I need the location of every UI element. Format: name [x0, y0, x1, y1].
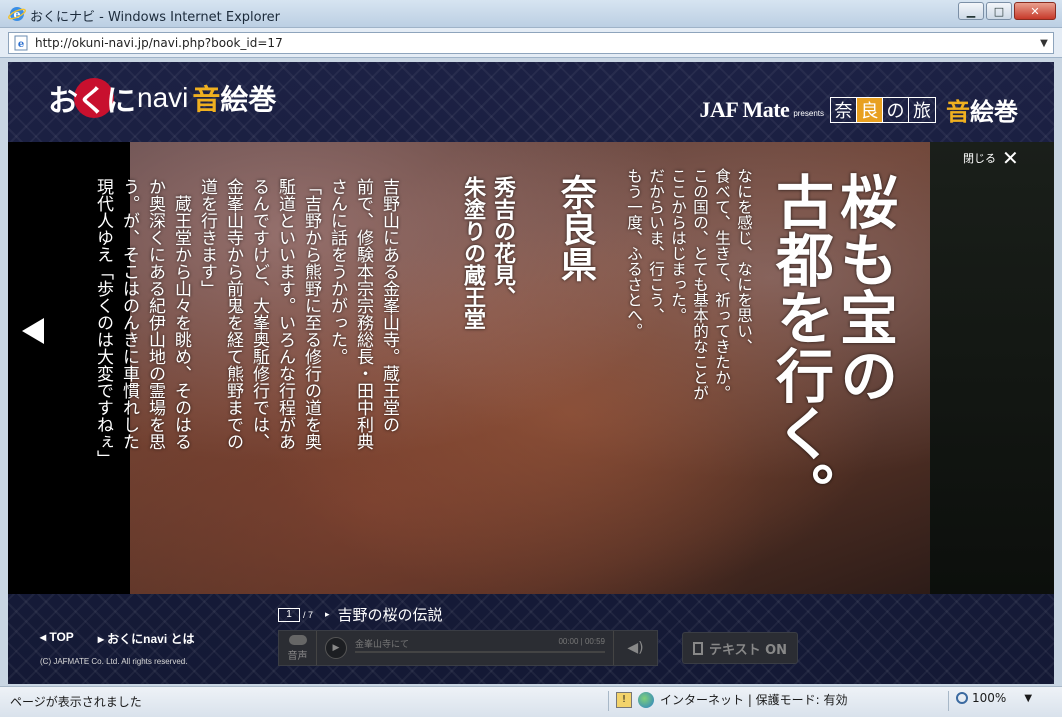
- nara-char: 奈: [831, 97, 857, 122]
- protected-mode-icon: !: [616, 691, 632, 708]
- window-title: おくにナビ - Windows Internet Explorer: [30, 10, 280, 25]
- progress-bar[interactable]: [355, 651, 605, 653]
- volume-icon[interactable]: ◀): [613, 631, 657, 665]
- zoom-dropdown-icon[interactable]: ▼: [1024, 693, 1032, 704]
- zoom-level: 100%: [972, 691, 1007, 705]
- status-separator: [608, 691, 609, 711]
- minimize-button[interactable]: ▁: [958, 2, 984, 20]
- top-link[interactable]: ◂ TOP: [40, 630, 74, 647]
- logo-okuni: おくに: [48, 84, 136, 119]
- svg-text:e: e: [18, 39, 24, 50]
- nara-char: 旅: [913, 100, 931, 122]
- logo-navi: navi: [137, 82, 189, 113]
- nara-no-tabi-logo: 奈 良 の 旅: [830, 96, 936, 123]
- status-separator: [948, 691, 949, 711]
- photo-dark-edge: [930, 142, 1054, 594]
- audio-player: 音声 ▶ 金峯山寺にて 00:00 | 00:59 ◀): [278, 630, 658, 666]
- close-icon: ✕: [1002, 146, 1019, 170]
- close-label: 閉じる: [963, 152, 996, 165]
- nara-char: の: [883, 97, 909, 122]
- play-icon[interactable]: ▶: [325, 637, 347, 659]
- zoom-control[interactable]: 100% ▼: [956, 691, 1032, 705]
- voice-label: 音声: [287, 650, 308, 662]
- window-titlebar: e おくにナビ - Windows Internet Explorer ▁ □ …: [0, 0, 1062, 28]
- about-link[interactable]: ▸ おくにnavi とは: [98, 630, 195, 647]
- logo-emaki: 絵巻: [220, 83, 277, 116]
- story-intro: なにを感じ、なにを思い、 食べて、生きて、祈ってきたか。 この国の、とても基本的…: [625, 168, 753, 401]
- magnifier-icon: [956, 692, 968, 704]
- oto-label: 音: [946, 97, 970, 126]
- total-pages: / 7: [303, 609, 314, 620]
- previous-page-arrow-icon[interactable]: [22, 318, 44, 344]
- emaki-label: 絵巻: [970, 97, 1018, 126]
- okuni-navi-logo[interactable]: おくに navi 音 絵巻: [48, 76, 276, 120]
- series-logo: JAF Mate presents 奈 良 の 旅 音 絵巻: [699, 92, 1018, 127]
- footer-links: ◂ TOP ▸ おくにnavi とは (C) JAFMATE Co. Ltd. …: [40, 630, 195, 666]
- chapter-subtitle: 秀吉の花見、 朱塗りの蔵王堂: [460, 176, 516, 330]
- picture-scroll-stage: 閉じる ✕ 桜も宝の 古都を行く。 なにを感じ、なにを思い、 食べて、生きて、祈…: [8, 142, 1054, 594]
- voice-button[interactable]: 音声: [279, 631, 317, 665]
- globe-icon: [638, 691, 654, 708]
- zone-text: インターネット | 保護モード: 有効: [660, 693, 848, 707]
- chapter-title[interactable]: 吉野の桜の伝説: [338, 604, 443, 625]
- track-seekbar[interactable]: 金峯山寺にて 00:00 | 00:59: [355, 633, 613, 663]
- page-icon: e: [14, 35, 28, 51]
- story-title: 桜も宝の 古都を行く。: [766, 172, 898, 520]
- jaf-mate-logo: JAF Mate: [699, 96, 790, 122]
- chapter-arrow-icon: ▸: [325, 609, 330, 620]
- story-body: 吉野山にある金峯山寺。蔵王堂の 前で、修験本宗宗務総長・田中利典 さんに話をうか…: [93, 178, 399, 467]
- text-toggle-button[interactable]: テキスト ON: [682, 632, 798, 664]
- url-text[interactable]: http://okuni-navi.jp/navi.php?book_id=17: [35, 36, 1035, 50]
- speech-bubble-icon: [288, 634, 307, 645]
- page-content: おくに navi 音 絵巻 JAF Mate presents 奈 良 の 旅 …: [8, 62, 1054, 684]
- url-dropdown-icon[interactable]: ▼: [1035, 38, 1053, 49]
- url-field[interactable]: e http://okuni-navi.jp/navi.php?book_id=…: [8, 32, 1054, 54]
- track-name: 金峯山寺にて: [355, 640, 410, 650]
- presents-label: presents: [793, 109, 824, 118]
- maximize-button[interactable]: □: [986, 2, 1012, 20]
- status-bar: ページが表示されました ! インターネット | 保護モード: 有効 100% ▼: [0, 686, 1062, 717]
- security-zone[interactable]: ! インターネット | 保護モード: 有効: [616, 691, 848, 708]
- close-window-button[interactable]: ✕: [1014, 2, 1056, 20]
- copyright-text: (C) JAFMATE Co. Ltd. All rights reserved…: [40, 657, 188, 666]
- close-button[interactable]: 閉じる ✕: [963, 146, 1019, 170]
- logo-oto: 音: [192, 83, 221, 116]
- nara-char: 良: [857, 97, 883, 122]
- ie-icon: e: [8, 7, 26, 21]
- current-page-number: 1: [278, 607, 300, 622]
- chapter-pager: 1 / 7 ▸ 吉野の桜の伝説: [278, 604, 443, 625]
- track-time: 00:00 | 00:59: [558, 637, 605, 646]
- prefecture-heading: 奈良県: [555, 174, 597, 282]
- address-bar: e http://okuni-navi.jp/navi.php?book_id=…: [0, 28, 1062, 58]
- status-text: ページが表示されました: [10, 695, 142, 709]
- text-toggle-label: テキスト ON: [708, 642, 788, 658]
- document-icon: [692, 641, 703, 655]
